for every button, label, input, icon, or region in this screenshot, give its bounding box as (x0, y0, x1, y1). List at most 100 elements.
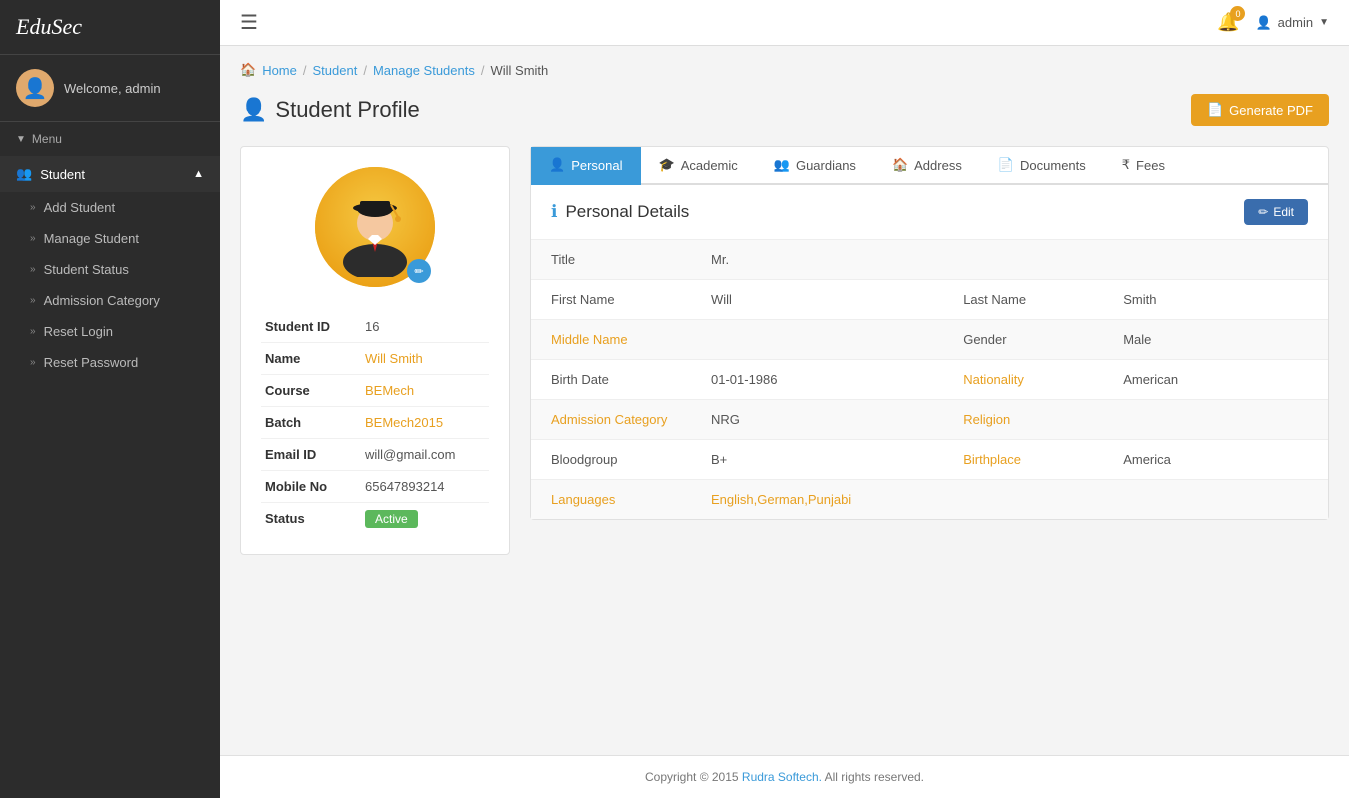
dropdown-icon: ▼ (1319, 17, 1329, 28)
table-row: Batch BEMech2015 (261, 407, 489, 439)
student-section[interactable]: 👥 Student ▲ (0, 156, 220, 192)
tab-academic[interactable]: 🎓Academic (641, 147, 756, 185)
name-label: Name (261, 343, 361, 375)
mobile-value: 65647893214 (361, 471, 489, 503)
sidebar: EduSec 👤 Welcome, admin ▼ Menu 👥 Student… (0, 0, 220, 798)
notification-badge: 0 (1230, 6, 1245, 21)
mobile-label: Mobile No (261, 471, 361, 503)
home-icon: 🏠 (240, 62, 256, 78)
sidebar-item-label: Reset Password (44, 355, 139, 370)
sidebar-item-label: Reset Login (44, 324, 113, 339)
breadcrumb-manage[interactable]: Manage Students (373, 63, 475, 78)
tab-address[interactable]: 🏠 Address (874, 147, 980, 185)
field-value: B+ (691, 440, 943, 480)
field-label: Admission Category (531, 400, 691, 440)
arrow-icon: » (30, 233, 36, 244)
field-label: Title (531, 240, 691, 280)
breadcrumb-current: Will Smith (490, 63, 548, 78)
sidebar-item-reset-login[interactable]: »Reset Login (0, 316, 220, 347)
arrow-icon: » (30, 264, 36, 275)
admin-label: admin (1278, 15, 1313, 30)
student-profile-icon: 👤 (240, 97, 267, 123)
status-badge: Active (365, 510, 418, 528)
sidebar-item-manage-student[interactable]: »Manage Student (0, 223, 220, 254)
id-label: Student ID (261, 311, 361, 343)
info-icon: ℹ (551, 202, 557, 222)
edit-button[interactable]: ✏ Edit (1244, 199, 1308, 225)
topbar-left: ☰ (240, 10, 258, 35)
details-title: ℹ Personal Details (551, 202, 689, 222)
edit-avatar-button[interactable]: ✏ (407, 259, 431, 283)
tab-label-address: Address (914, 158, 962, 173)
batch-label: Batch (261, 407, 361, 439)
tab-label-fees: Fees (1136, 158, 1165, 173)
right-panel: 👤Personal🎓Academic 👥 Guardians 🏠 Address 📄Doc… (530, 146, 1329, 520)
sep3: / (481, 63, 485, 78)
table-row: Status Active (261, 503, 489, 535)
breadcrumb-student[interactable]: Student (313, 63, 358, 78)
field-value2: American (1103, 360, 1328, 400)
table-row: Birth Date 01-01-1986 Nationality Americ… (531, 360, 1328, 400)
tab-fees[interactable]: ₹Fees (1104, 147, 1183, 185)
generate-pdf-button[interactable]: 📄 Generate PDF (1191, 94, 1329, 126)
sidebar-items-list: »Add Student»Manage Student»Student Stat… (0, 192, 220, 378)
field-label2: Last Name (943, 280, 1103, 320)
tab-icon-guardians: 👥 (774, 157, 790, 173)
field-label: Bloodgroup (531, 440, 691, 480)
sidebar-item-reset-password[interactable]: »Reset Password (0, 347, 220, 378)
tab-personal[interactable]: 👤Personal (531, 147, 641, 185)
sidebar-item-student-status[interactable]: »Student Status (0, 254, 220, 285)
admin-menu[interactable]: 👤 admin ▼ (1255, 15, 1329, 31)
breadcrumb: 🏠 Home / Student / Manage Students / Wil… (240, 62, 1329, 78)
table-row: Middle Name Gender Male (531, 320, 1328, 360)
field-label2: Nationality (943, 360, 1103, 400)
field-value2 (1103, 400, 1328, 440)
pdf-label: Generate PDF (1229, 103, 1313, 118)
email-value: will@gmail.com (361, 439, 489, 471)
hamburger-icon[interactable]: ☰ (240, 10, 258, 35)
email-label: Email ID (261, 439, 361, 471)
tabs: 👤Personal🎓Academic 👥 Guardians 🏠 Address 📄Doc… (531, 147, 1328, 185)
sidebar-item-label: Admission Category (44, 293, 160, 308)
footer: Copyright © 2015 Rudra Softech. All righ… (220, 755, 1349, 798)
tab-label-guardians: Guardians (796, 158, 856, 173)
edit-icon: ✏ (1258, 205, 1268, 219)
field-value: Mr. (691, 240, 1328, 280)
page-title: 👤 Student Profile (240, 97, 420, 123)
tab-guardians[interactable]: 👥 Guardians (756, 147, 874, 185)
course-label: Course (261, 375, 361, 407)
app-logo: EduSec (0, 0, 220, 55)
tab-documents[interactable]: 📄Documents (980, 147, 1104, 185)
topbar-right: 🔔 0 👤 admin ▼ (1217, 12, 1329, 33)
notification-bell[interactable]: 🔔 0 (1217, 12, 1239, 33)
field-value: NRG (691, 400, 943, 440)
page-title-row: 👤 Student Profile 📄 Generate PDF (240, 94, 1329, 126)
details-title-text: Personal Details (565, 202, 689, 222)
tab-icon-address: 🏠 (892, 157, 908, 173)
welcome-text: Welcome, admin (64, 81, 161, 96)
footer-brand[interactable]: Rudra Softech. (742, 770, 822, 784)
sidebar-item-admission-category[interactable]: » Admission Category (0, 285, 220, 316)
users-icon: 👥 (16, 166, 32, 182)
field-value2: America (1103, 440, 1328, 480)
field-label: Middle Name (531, 320, 691, 360)
breadcrumb-home[interactable]: Home (262, 63, 297, 78)
table-row: First Name Will Last Name Smith (531, 280, 1328, 320)
sidebar-item-add-student[interactable]: »Add Student (0, 192, 220, 223)
tab-label-documents: Documents (1020, 158, 1086, 173)
field-value: 01-01-1986 (691, 360, 943, 400)
tab-label-personal: Personal (571, 158, 622, 173)
table-row: Name Will Smith (261, 343, 489, 375)
field-label2: Birthplace (943, 440, 1103, 480)
table-row: Email ID will@gmail.com (261, 439, 489, 471)
batch-value: BEMech2015 (361, 407, 489, 439)
page-title-text: Student Profile (275, 97, 419, 123)
edit-label: Edit (1273, 205, 1294, 219)
field-value: Will (691, 280, 943, 320)
main-content: 🏠 Home / Student / Manage Students / Wil… (220, 46, 1349, 755)
details-header: ℹ Personal Details ✏ Edit (531, 185, 1328, 240)
sidebar-item-label: Add Student (44, 200, 116, 215)
field-value: English,German,Punjabi (691, 480, 1328, 520)
arrow-icon: » (30, 295, 36, 306)
table-row: Course BEMech (261, 375, 489, 407)
